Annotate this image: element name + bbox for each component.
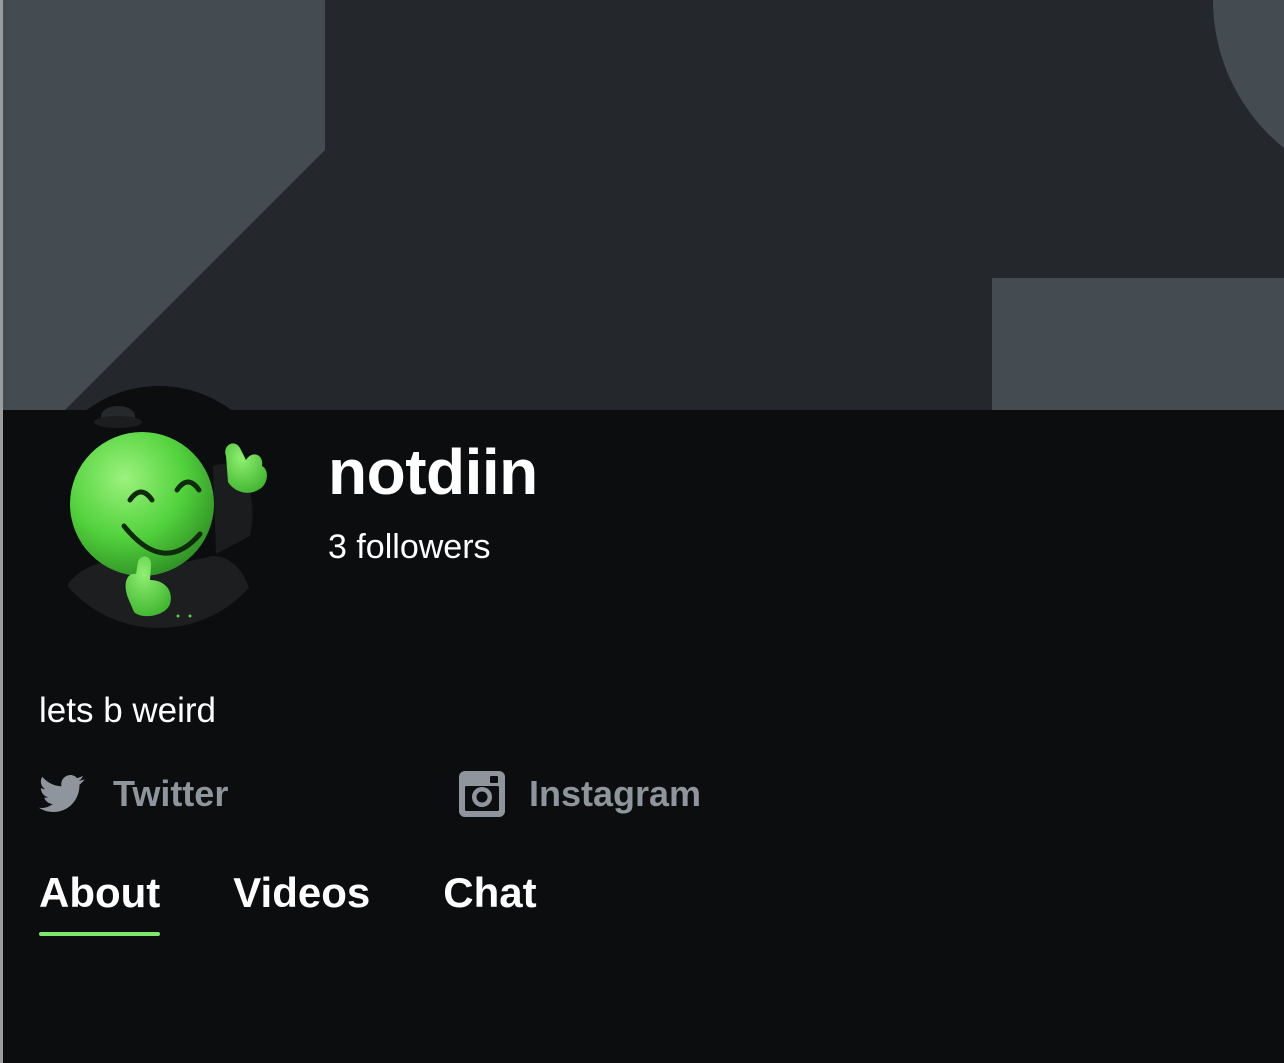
tab-chat[interactable]: Chat (443, 872, 536, 936)
tab-about-label: About (39, 869, 161, 916)
active-tab-indicator (39, 932, 161, 936)
channel-bio: lets b weird (39, 691, 217, 730)
channel-username: notdiin (328, 436, 538, 508)
avatar[interactable] (38, 386, 280, 628)
tab-about[interactable]: About (39, 869, 161, 936)
banner-shape-block (992, 278, 1284, 410)
tab-videos[interactable]: Videos (233, 872, 370, 936)
banner-shape-diagonal (3, 0, 325, 410)
banner-geometric-pattern (3, 0, 1284, 410)
twitter-link[interactable]: Twitter (39, 768, 228, 820)
channel-tabs: About Videos Chat (39, 872, 537, 936)
instagram-link-label: Instagram (529, 773, 702, 814)
instagram-icon (459, 771, 505, 817)
twitter-bird-icon (39, 775, 85, 813)
tab-videos-label: Videos (233, 869, 371, 916)
tab-chat-label: Chat (443, 869, 537, 916)
instagram-link[interactable]: Instagram (457, 768, 701, 820)
channel-profile-page: notdiin 3 followers lets b weird Twitter… (0, 0, 1284, 1063)
green-smiley-mascot-icon (68, 406, 267, 628)
banner-shape-circle (1213, 0, 1284, 149)
twitter-link-label: Twitter (113, 773, 229, 814)
channel-banner (3, 0, 1284, 410)
follower-count: 3 followers (328, 528, 491, 566)
